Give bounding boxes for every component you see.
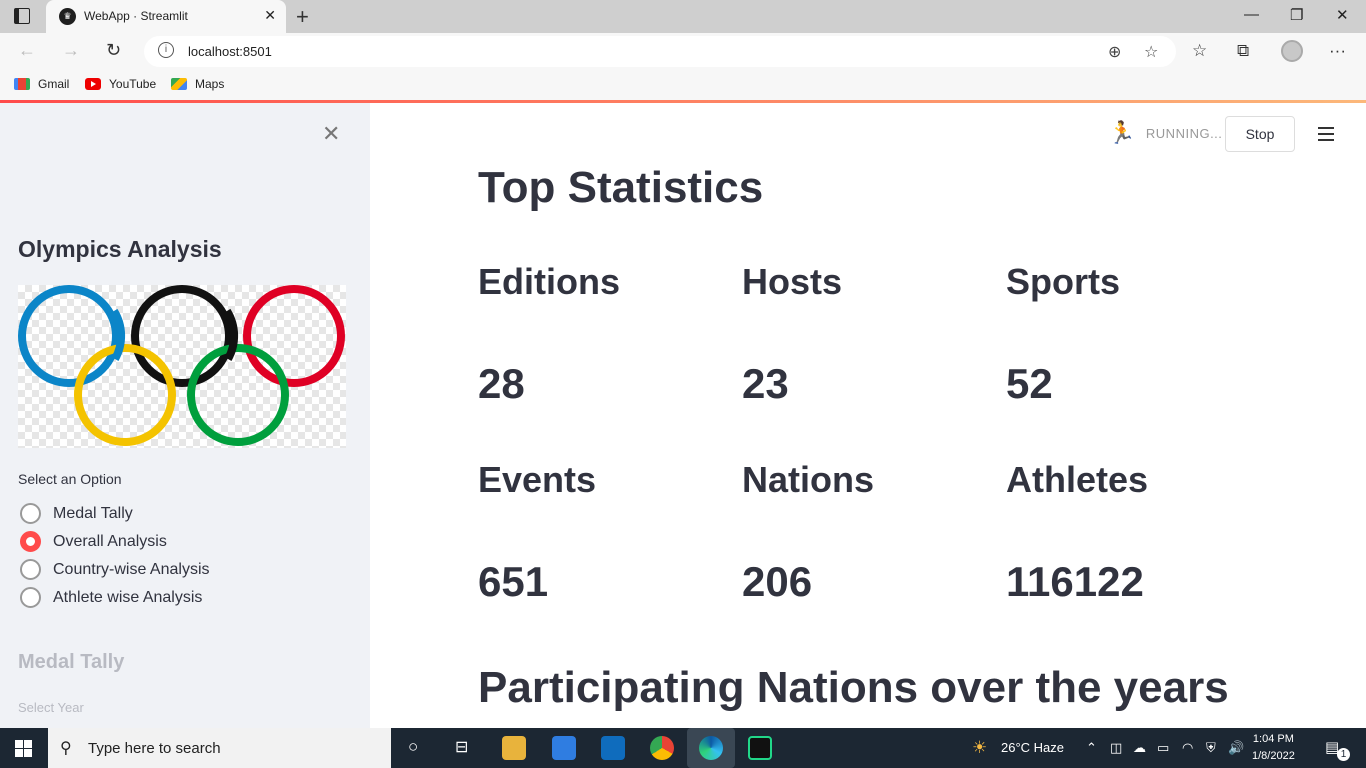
radio-button[interactable] <box>20 587 41 608</box>
tab-title: WebApp · Streamlit <box>84 9 188 23</box>
hamburger-menu-icon[interactable] <box>1318 127 1334 141</box>
sidebar: ✕ Olympics Analysis Select an Option Med… <box>0 103 370 728</box>
mail-icon[interactable] <box>601 736 625 760</box>
radio-country-wise-analysis[interactable]: Country-wise Analysis <box>20 559 210 580</box>
main-content: 🏃 RUNNING... Stop Top Statistics Edition… <box>370 103 1366 728</box>
windows-taskbar: ⚲ Type here to search ○ ⊟ ☀ 26°C Haze ⌃ … <box>0 728 1366 768</box>
system-clock[interactable]: 1:04 PM 1/8/2022 <box>1252 731 1295 765</box>
stat-label-events: Events <box>478 459 597 500</box>
tab-close-icon[interactable]: ✕ <box>264 7 276 24</box>
window-close-icon[interactable]: ✕ <box>1336 6 1349 24</box>
section-title: Participating Nations over the years <box>478 663 1229 712</box>
pycharm-icon[interactable] <box>748 736 772 760</box>
search-placeholder: Type here to search <box>88 740 221 757</box>
address-bar[interactable]: i localhost:8501 ⊕ ☆ <box>144 36 1176 67</box>
youtube-icon <box>85 78 101 90</box>
back-icon[interactable]: ← <box>18 40 36 61</box>
stat-value-nations: 206 <box>742 558 813 605</box>
stat-value-editions: 28 <box>478 360 525 407</box>
bookmarks-bar: Gmail YouTube Maps <box>0 70 1366 100</box>
browser-tab-bar: ♛ WebApp · Streamlit ✕ + — ❐ ✕ <box>0 0 1366 33</box>
page-title: Top Statistics <box>478 163 764 212</box>
forward-icon[interactable]: → <box>62 40 80 61</box>
gmail-icon <box>14 78 30 90</box>
running-person-icon: 🏃 <box>1108 120 1136 145</box>
weather-text[interactable]: 26°C Haze <box>1001 740 1064 755</box>
radio-athlete-wise-analysis[interactable]: Athlete wise Analysis <box>20 587 202 608</box>
sidebar-title: Olympics Analysis <box>18 236 222 262</box>
favorites-icon[interactable]: ☆ <box>1192 41 1207 61</box>
maps-icon <box>171 78 187 90</box>
battery-icon[interactable]: ▭ <box>1157 740 1169 756</box>
onedrive-icon[interactable]: ☁ <box>1133 740 1146 756</box>
stat-label-nations: Nations <box>742 459 875 500</box>
streamlit-favicon-icon: ♛ <box>59 8 76 25</box>
stat-label-athletes: Athletes <box>1006 459 1149 500</box>
minimize-icon[interactable]: — <box>1244 6 1259 23</box>
security-icon[interactable]: ⛨ <box>1206 740 1216 756</box>
stat-value-events: 651 <box>478 558 549 605</box>
volume-icon[interactable]: 🔊 <box>1228 740 1244 756</box>
site-info-icon[interactable]: i <box>158 42 174 58</box>
collections-icon[interactable]: ⧉ <box>1237 41 1249 61</box>
select-option-label: Select an Option <box>18 471 122 487</box>
show-hidden-icons-icon[interactable]: ⌃ <box>1086 740 1097 756</box>
taskbar-search[interactable]: ⚲ Type here to search <box>48 728 391 768</box>
bookmark-gmail[interactable]: Gmail <box>14 77 69 91</box>
stat-value-athletes: 116122 <box>1006 558 1144 605</box>
wifi-icon[interactable]: ◠ <box>1182 740 1193 756</box>
clock-time: 1:04 PM <box>1252 733 1294 745</box>
stat-value-hosts: 23 <box>742 360 789 407</box>
notification-count-badge: 1 <box>1337 748 1350 761</box>
bookmark-youtube[interactable]: YouTube <box>85 77 156 91</box>
url-text[interactable]: localhost:8501 <box>188 44 272 59</box>
add-favorite-icon[interactable]: ☆ <box>1144 42 1158 62</box>
cortana-icon[interactable]: ○ <box>408 737 418 757</box>
radio-medal-tally[interactable]: Medal Tally <box>20 503 133 524</box>
stat-label-hosts: Hosts <box>742 261 843 302</box>
browser-nav-bar: ← → ↻ i localhost:8501 ⊕ ☆ ☆ ⧉ ··· <box>0 33 1366 70</box>
clock-date: 1/8/2022 <box>1252 750 1295 762</box>
olympic-rings-logo <box>18 285 346 448</box>
more-menu-icon[interactable]: ··· <box>1329 41 1346 61</box>
weather-icon: ☀ <box>972 738 988 757</box>
stat-label-editions: Editions <box>478 261 620 302</box>
running-status: 🏃 RUNNING... <box>1108 120 1223 145</box>
radio-button[interactable] <box>20 559 41 580</box>
radio-button[interactable] <box>20 503 41 524</box>
restore-icon[interactable]: ❐ <box>1290 6 1303 24</box>
radio-overall-analysis[interactable]: Overall Analysis <box>20 531 167 552</box>
zoom-icon[interactable]: ⊕ <box>1108 42 1121 62</box>
sidebar-close-icon[interactable]: ✕ <box>322 121 340 147</box>
file-explorer-icon[interactable] <box>502 736 526 760</box>
bookmark-maps[interactable]: Maps <box>171 77 224 91</box>
stop-button[interactable]: Stop <box>1225 116 1295 152</box>
profile-avatar[interactable] <box>1281 40 1303 62</box>
tab-actions-icon[interactable] <box>14 8 30 24</box>
task-view-icon[interactable]: ⊟ <box>455 737 468 757</box>
stat-label-sports: Sports <box>1006 261 1121 302</box>
stale-select-year-label: Select Year <box>18 700 84 715</box>
stale-medal-tally-heading: Medal Tally <box>18 651 125 673</box>
browser-tab[interactable]: ♛ WebApp · Streamlit ✕ <box>46 0 286 33</box>
edge-icon <box>699 736 723 760</box>
edge-taskbar-button[interactable] <box>687 728 735 768</box>
radio-button-selected[interactable] <box>20 531 41 552</box>
meet-now-icon[interactable]: ◫ <box>1110 740 1122 756</box>
chrome-icon[interactable] <box>650 736 674 760</box>
search-icon: ⚲ <box>60 740 72 757</box>
windows-start-icon[interactable] <box>15 740 32 757</box>
microsoft-store-icon[interactable] <box>552 736 576 760</box>
stat-value-sports: 52 <box>1006 360 1053 407</box>
new-tab-icon[interactable]: + <box>296 4 309 30</box>
refresh-icon[interactable]: ↻ <box>106 40 121 61</box>
